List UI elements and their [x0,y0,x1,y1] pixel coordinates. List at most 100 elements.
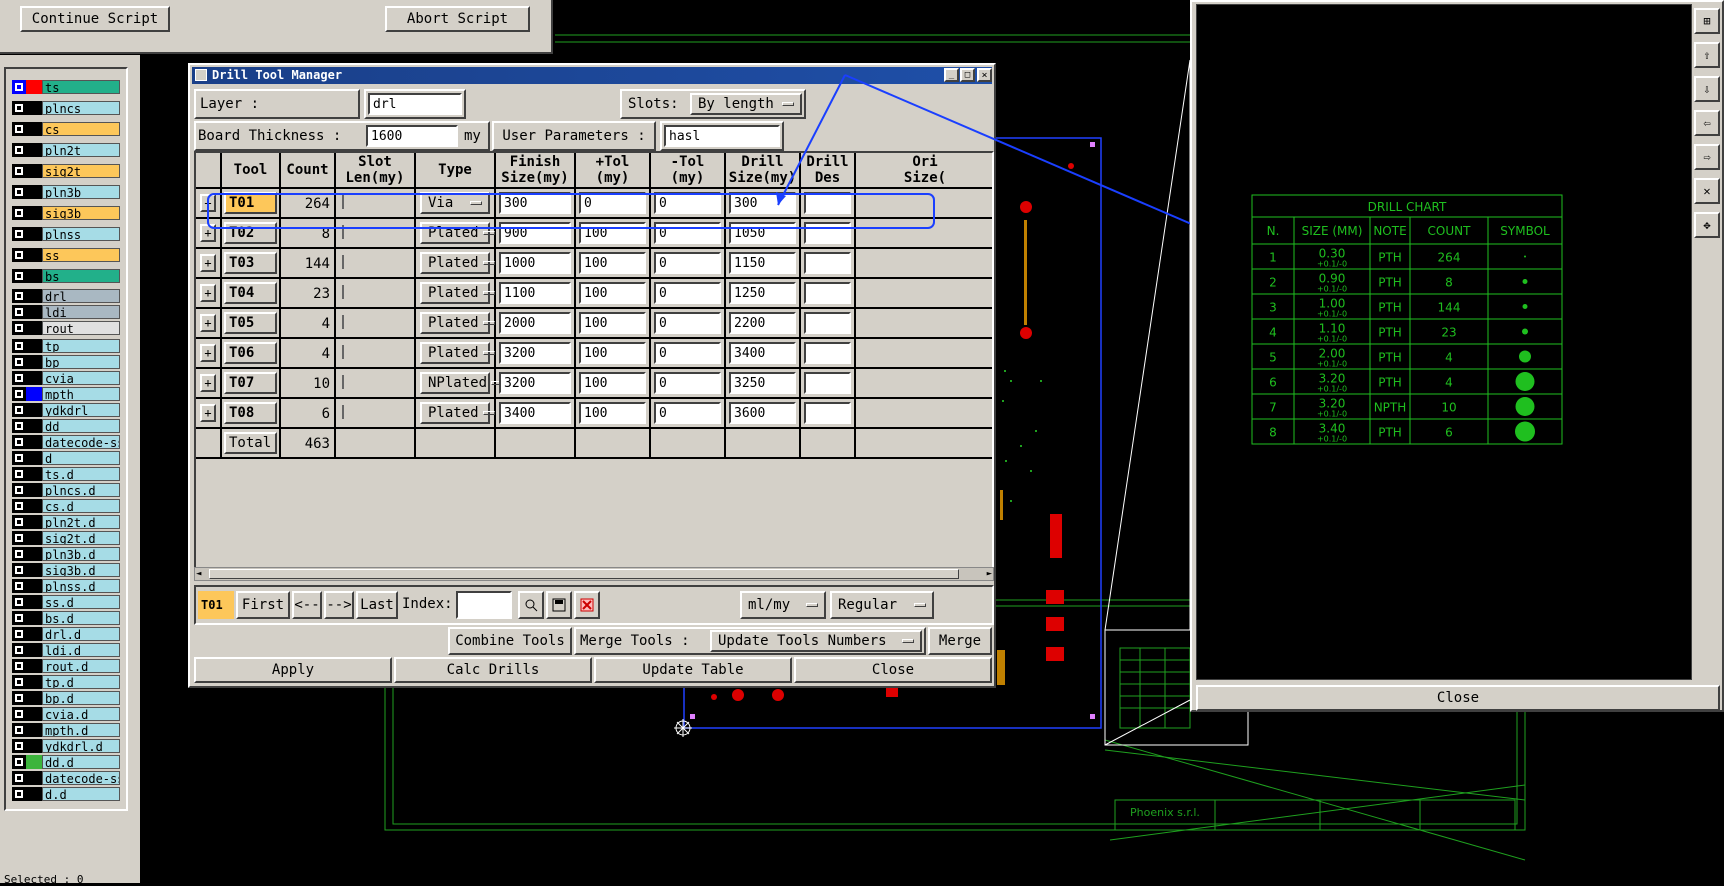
layer-row[interactable]: d.d [12,786,120,802]
layer-color-swatch[interactable] [26,206,42,220]
expand-row-icon[interactable]: + [200,314,216,332]
layer-color-swatch[interactable] [26,595,42,609]
layer-row[interactable]: ydkdrl [12,402,120,418]
layer-checkbox[interactable] [12,611,26,625]
layer-name[interactable]: plnss [42,227,120,241]
minimize-icon[interactable]: _ [944,68,959,82]
ptol-input[interactable]: 100 [579,282,646,304]
expand-row-icon[interactable]: + [200,374,216,392]
layer-row[interactable]: tp [12,338,120,354]
layer-row[interactable]: sig2t [12,163,120,179]
layer-checkbox[interactable] [12,787,26,801]
layer-checkbox[interactable] [12,595,26,609]
layer-checkbox[interactable] [12,419,26,433]
layer-color-swatch[interactable] [26,499,42,513]
layer-color-swatch[interactable] [26,80,42,94]
layer-name[interactable]: d [42,451,120,465]
finish-input[interactable]: 900 [499,222,571,244]
prev-button[interactable]: <-- [292,591,322,619]
layer-color-swatch[interactable] [26,579,42,593]
type-dropdown[interactable]: Plated [420,402,495,424]
layer-name[interactable]: sig3b [42,206,120,220]
drill-input[interactable]: 1050 [729,222,796,244]
layer-checkbox[interactable] [12,739,26,753]
layer-checkbox[interactable] [12,164,26,178]
layer-name[interactable]: cs.d [42,499,120,513]
layer-color-swatch[interactable] [26,371,42,385]
mode-dropdown[interactable]: Regular [830,591,934,619]
layer-checkbox[interactable] [12,143,26,157]
layer-color-swatch[interactable] [26,515,42,529]
layer-row[interactable]: cvia.d [12,706,120,722]
slot-len-input[interactable] [342,195,344,209]
delete-icon[interactable] [574,591,600,619]
ptol-input[interactable]: 100 [579,252,646,274]
layer-checkbox[interactable] [12,547,26,561]
layer-color-swatch[interactable] [26,289,42,303]
layer-color-swatch[interactable] [26,403,42,417]
expand-row-icon[interactable]: + [200,344,216,362]
thickness-input[interactable]: 1600 [366,125,458,147]
layer-row[interactable]: pln2t [12,142,120,158]
abort-script-button[interactable]: Abort Script [385,6,530,32]
expand-row-icon[interactable]: + [200,404,216,422]
horizontal-scrollbar[interactable]: ◄ ► [194,567,994,581]
type-dropdown[interactable]: Plated [420,342,495,364]
update-table-button[interactable]: Update Table [594,657,792,683]
layer-name[interactable]: bp [42,355,120,369]
layer-name[interactable]: cs [42,122,120,136]
layer-name[interactable]: drl.d [42,627,120,641]
tool-button[interactable]: T02 [224,222,277,244]
export-icon[interactable]: ⇩ [1694,76,1720,102]
scroll-right-icon[interactable]: ► [987,569,992,579]
layer-checkbox[interactable] [12,531,26,545]
layer-name[interactable]: pln2t.d [42,515,120,529]
drill-des-input[interactable] [804,282,851,304]
ptol-input[interactable]: 100 [579,312,646,334]
layer-name[interactable]: pln3b [42,185,120,199]
layer-name[interactable]: cvia.d [42,707,120,721]
slot-len-input[interactable] [342,255,344,269]
layer-row[interactable]: drl [12,288,120,304]
layer-name[interactable]: cvia [42,371,120,385]
layer-color-swatch[interactable] [26,122,42,136]
layer-name[interactable]: ldi.d [42,643,120,657]
layer-name[interactable]: sig2t [42,164,120,178]
layer-row[interactable]: ts.d [12,466,120,482]
drill-input[interactable]: 2200 [729,312,796,334]
units-dropdown[interactable]: ml/my [740,591,826,619]
expand-row-icon[interactable]: + [200,194,216,212]
scroll-thumb[interactable] [209,569,959,579]
layer-name[interactable]: tp.d [42,675,120,689]
layer-color-swatch[interactable] [26,531,42,545]
user-params-input[interactable]: hasl [664,125,780,147]
continue-script-button[interactable]: Continue Script [20,6,170,32]
ntol-input[interactable]: 0 [654,222,721,244]
layer-row[interactable]: mpth [12,386,120,402]
layer-color-swatch[interactable] [26,435,42,449]
layer-checkbox[interactable] [12,755,26,769]
layer-name[interactable]: bp.d [42,691,120,705]
layer-row[interactable]: ss [12,247,120,263]
close-window-icon[interactable]: × [977,68,992,82]
last-button[interactable]: Last [356,591,398,619]
maximize-icon[interactable]: □ [960,68,975,82]
layer-checkbox[interactable] [12,499,26,513]
layer-row[interactable]: cs [12,121,120,137]
layer-row[interactable]: pln2t.d [12,514,120,530]
layer-name[interactable]: ss [42,248,120,262]
zoom-in-icon[interactable]: ⊞ [1694,8,1720,34]
slot-len-input[interactable] [342,345,344,359]
layer-input[interactable]: drl [368,93,462,115]
drill-input[interactable]: 1150 [729,252,796,274]
layer-color-swatch[interactable] [26,185,42,199]
layer-name[interactable]: rout.d [42,659,120,673]
ptol-input[interactable]: 100 [579,222,646,244]
ntol-input[interactable]: 0 [654,252,721,274]
tool-button[interactable]: T05 [224,312,277,334]
layer-row[interactable]: dd.d [12,754,120,770]
layer-checkbox[interactable] [12,185,26,199]
layer-row[interactable]: rout [12,320,120,336]
layer-checkbox[interactable] [12,269,26,283]
layer-name[interactable]: d.d [42,787,120,801]
